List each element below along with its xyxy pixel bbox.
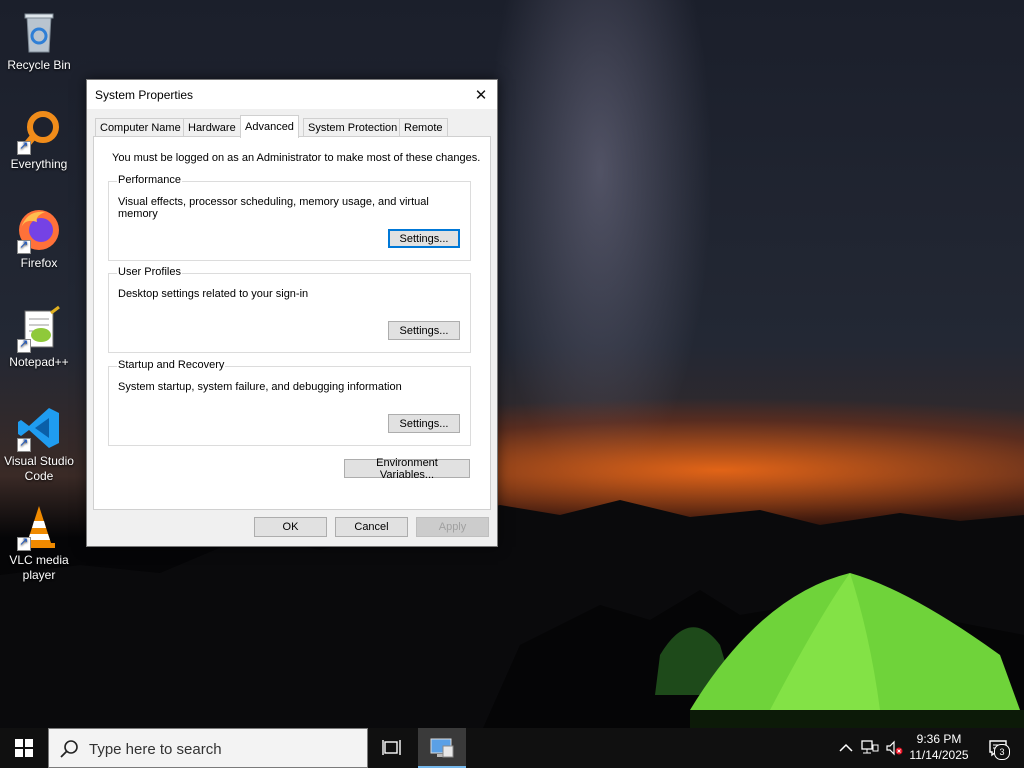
volume-muted-icon[interactable] [884,738,904,758]
desktop-icon-label: Notepad++ [9,355,69,369]
cancel-button[interactable]: Cancel [335,517,408,537]
desktop-icon-label: Visual Studio Code [4,454,74,483]
user-profiles-settings-button[interactable]: Settings... [388,321,460,340]
network-icon[interactable] [860,738,880,758]
show-hidden-icons-chevron-up-icon[interactable] [836,738,856,758]
desktop-icon-notepadpp[interactable]: Notepad++ [2,305,76,370]
desktop-icon-everything[interactable]: Everything [2,107,76,172]
shortcut-arrow-icon [17,535,31,551]
desktop-icon-recycle-bin[interactable]: Recycle Bin [2,8,76,73]
taskbar-system-properties-app[interactable] [418,728,466,768]
dialog-title: System Properties [95,88,194,102]
windows-logo-icon [15,739,33,757]
desktop-icon-vscode[interactable]: Visual Studio Code [2,404,76,484]
search-icon [60,740,78,758]
system-properties-icon [430,738,454,758]
tab-system-protection[interactable]: System Protection [303,118,403,137]
dialog-titlebar[interactable]: System Properties ✕ [87,80,497,109]
admin-note: You must be logged on as an Administrato… [112,152,481,164]
shortcut-arrow-icon [17,436,31,452]
group-description: System startup, system failure, and debu… [118,381,402,393]
clock-date: 11/14/2025 [909,748,969,762]
group-title: Startup and Recovery [117,359,226,371]
notification-count-badge: 3 [994,744,1010,760]
taskbar: Type here to search 9:36 PM 11/14/2025 3 [0,728,1024,768]
task-view-icon [382,740,401,755]
group-description: Visual effects, processor scheduling, me… [118,196,429,220]
desktop-icon-firefox[interactable]: Firefox [2,206,76,271]
taskbar-clock[interactable]: 9:36 PM 11/14/2025 [902,731,976,763]
shortcut-arrow-icon [17,238,31,254]
recycle-bin-icon [15,8,63,56]
desktop-icon-label: Everything [10,157,68,171]
group-title: Performance [117,174,182,186]
performance-settings-button[interactable]: Settings... [388,229,460,248]
desktop-icon-vlc[interactable]: VLC media player [2,503,76,583]
search-placeholder: Type here to search [89,741,222,758]
system-properties-dialog: System Properties ✕ Computer Name Hardwa… [86,79,498,547]
close-button[interactable]: ✕ [465,80,497,109]
action-center-button[interactable]: 3 [978,728,1018,768]
vscode-icon [15,404,63,452]
apply-button: Apply [416,517,489,537]
performance-group: Performance Visual effects, processor sc… [108,174,471,261]
startup-recovery-settings-button[interactable]: Settings... [388,414,460,433]
startup-recovery-group: Startup and Recovery System startup, sys… [108,359,471,446]
shortcut-arrow-icon [17,139,31,155]
start-button[interactable] [0,728,48,768]
everything-magnifier-icon [15,107,63,155]
vlc-cone-icon [15,503,63,551]
tab-advanced[interactable]: Advanced [240,115,299,138]
task-view-button[interactable] [372,728,412,768]
tab-remote[interactable]: Remote [399,118,448,137]
group-description: Desktop settings related to your sign-in [118,288,309,300]
firefox-icon [15,206,63,254]
close-icon: ✕ [474,86,488,104]
desktop-icon-label: Firefox [20,256,58,270]
desktop-icon-label: Recycle Bin [7,58,71,72]
shortcut-arrow-icon [17,337,31,353]
environment-variables-button[interactable]: Environment Variables... [344,457,470,481]
taskbar-search-box[interactable]: Type here to search [48,728,368,768]
ok-button[interactable]: OK [254,517,327,537]
clock-time: 9:36 PM [916,732,962,746]
user-profiles-group: User Profiles Desktop settings related t… [108,266,471,353]
notepadpp-icon [15,305,63,353]
advanced-tab-panel: You must be logged on as an Administrato… [93,136,491,510]
tab-computer-name[interactable]: Computer Name [95,118,186,137]
group-title: User Profiles [117,266,182,278]
tab-hardware[interactable]: Hardware [183,118,241,137]
desktop-icon-label: VLC media player [9,553,69,582]
